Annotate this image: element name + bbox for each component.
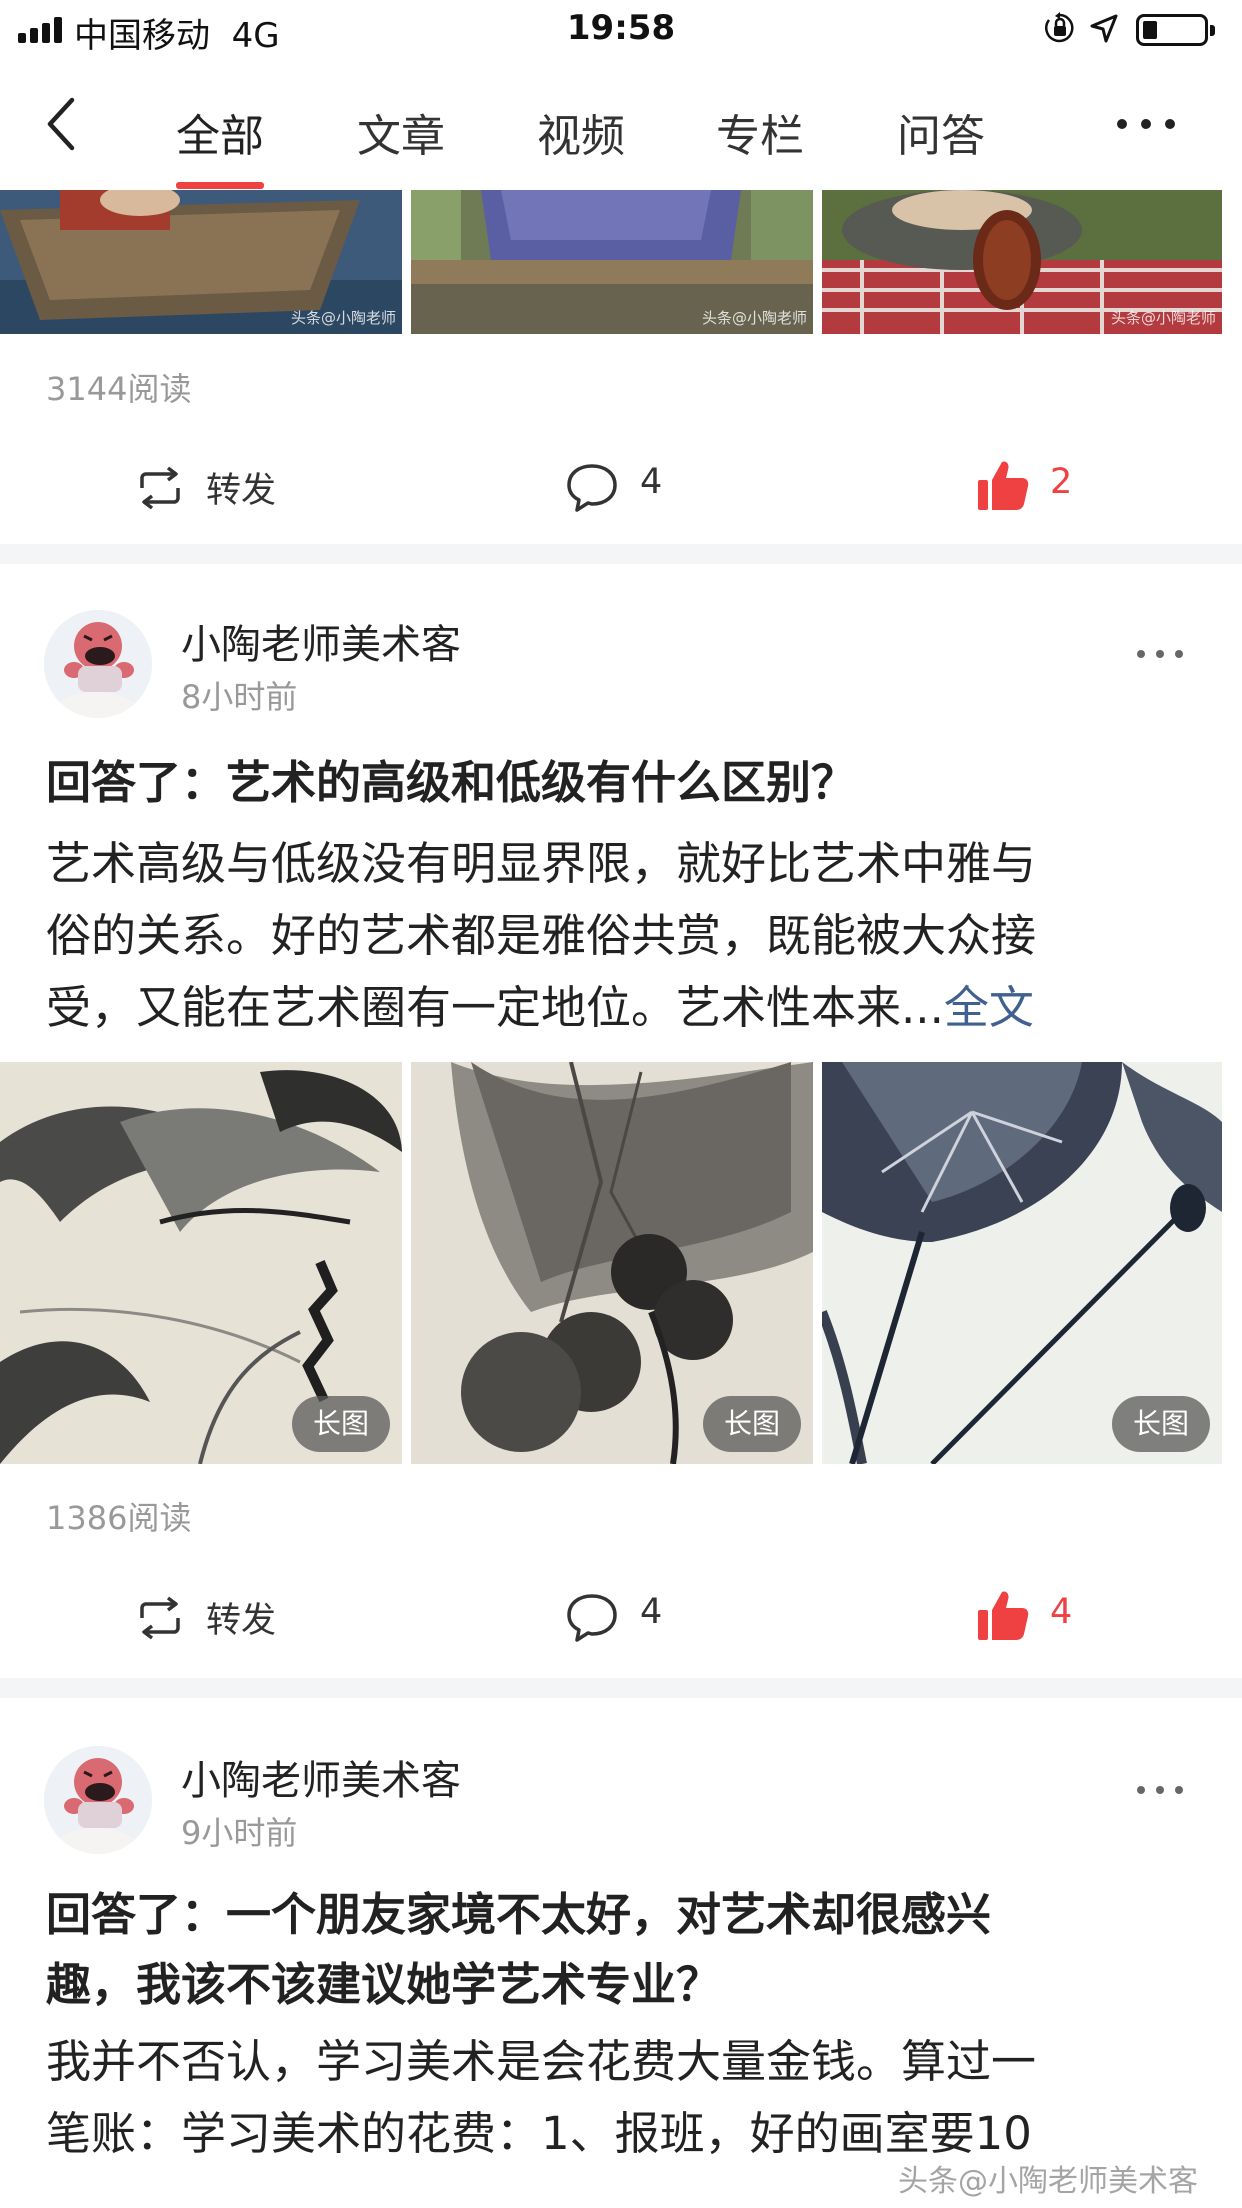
avatar[interactable] [44,1746,152,1854]
avatar[interactable] [44,610,152,718]
post-image[interactable]: 长图 [411,1062,813,1464]
long-image-badge: 长图 [1112,1396,1210,1452]
post-more-icon[interactable] [1136,649,1184,659]
watermark: 头条@小陶老师美术客 [898,2164,1198,2199]
repost-icon [140,1596,180,1640]
tab-qa[interactable]: 问答 [897,100,985,164]
full-text-link[interactable]: 全文 [944,981,1034,1034]
question-title[interactable]: 回答了：一个朋友家境不太好，对艺术却很感兴 趣，我该不该建议她学艺术专业？ [46,1880,1206,2020]
repost-button[interactable]: 转发 [136,1592,316,1644]
read-count: 3144阅读 [46,370,192,408]
repost-button[interactable]: 转发 [136,462,316,514]
like-button[interactable]: 4 [976,1588,1096,1646]
like-count: 4 [1050,1592,1073,1632]
image-watermark: 头条@小陶老师 [1110,309,1216,327]
location-arrow-icon [1090,14,1118,43]
answer-excerpt[interactable]: 艺术高级与低级没有明显界限，就好比艺术中雅与 俗的关系。好的艺术都是雅俗共赏，既… [46,828,1216,1044]
comment-icon [567,1594,617,1642]
tab-articles[interactable]: 文章 [357,100,445,164]
feed-divider [0,1678,1242,1698]
question-title[interactable]: 回答了：艺术的高级和低级有什么区别？ [46,748,1206,818]
active-tab-indicator [176,182,264,189]
post-more-icon[interactable] [1136,1785,1184,1795]
answer-excerpt[interactable]: 我并不否认，学习美术是会花费大量金钱。算过一 笔账：学习美术的花费：1、报班，好… [46,2026,1216,2170]
comment-button[interactable]: 4 [566,460,706,516]
status-bar: 中国移动 4G 19:58 [0,0,1242,62]
author-name[interactable]: 小陶老师美术客 [181,612,461,670]
thumbs-up-icon [978,1591,1029,1640]
more-options-icon[interactable] [1116,118,1176,130]
author-name[interactable]: 小陶老师美术客 [181,1748,461,1806]
read-count: 1386阅读 [46,1499,192,1537]
comment-count: 4 [640,462,663,502]
post-image[interactable]: 头条@小陶老师 [411,190,813,334]
long-image-badge: 长图 [292,1396,390,1452]
image-watermark: 头条@小陶老师 [701,309,807,327]
top-navigation: 全部 文章 视频 专栏 问答 [0,62,1242,190]
back-arrow-icon[interactable] [44,96,78,152]
thumbs-up-icon [978,461,1029,510]
repost-icon [140,466,180,510]
post-image[interactable]: 头条@小陶老师 [822,190,1222,334]
tab-all[interactable]: 全部 [176,100,264,164]
like-count: 2 [1050,462,1073,502]
feed-divider [0,544,1242,564]
post-image[interactable]: 长图 [822,1062,1222,1464]
comment-count: 4 [640,1592,663,1632]
comment-icon [567,464,617,512]
post-image[interactable]: 长图 [0,1062,402,1464]
repost-label: 转发 [206,471,277,511]
post-time: 9小时前 [181,1814,298,1852]
like-button[interactable]: 2 [976,458,1096,516]
post-image[interactable]: 头条@小陶老师 [0,190,402,334]
post-time: 8小时前 [181,678,298,716]
long-image-badge: 长图 [703,1396,801,1452]
repost-label: 转发 [206,1601,277,1641]
image-watermark: 头条@小陶老师 [290,309,396,327]
tab-columns[interactable]: 专栏 [716,100,804,164]
comment-button[interactable]: 4 [566,1590,706,1646]
battery-icon [1136,14,1215,46]
tab-videos[interactable]: 视频 [537,100,625,164]
rotation-lock-icon [1045,12,1074,43]
